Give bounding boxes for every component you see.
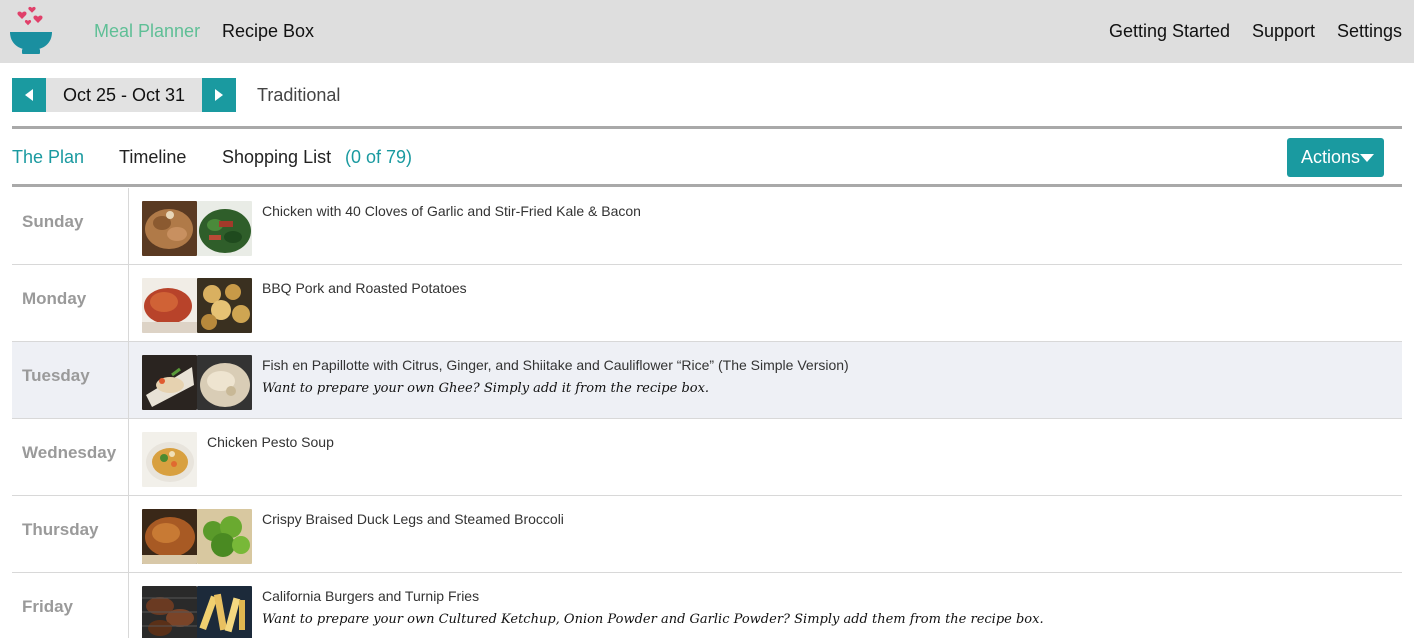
previous-week-button[interactable] <box>12 78 46 112</box>
recipe-box-note: Want to prepare your own Ghee? Simply ad… <box>262 381 710 396</box>
recipe-box-note: Want to prepare your own Cultured Ketchu… <box>262 612 1044 627</box>
recipe-thumbnail[interactable] <box>142 355 197 410</box>
day-row-friday[interactable]: Friday California Burgers and Turnip Fri… <box>12 573 1402 638</box>
day-label: Friday <box>22 597 74 616</box>
section-divider <box>12 126 1402 129</box>
nav-getting-started[interactable]: Getting Started <box>1109 20 1230 42</box>
meal-title[interactable]: California Burgers and Turnip Fries <box>262 588 479 605</box>
tab-the-plan[interactable]: The Plan <box>12 146 84 168</box>
row-divider <box>128 496 129 572</box>
shopping-list-count: (0 of 79) <box>345 147 413 167</box>
day-label: Tuesday <box>22 366 90 385</box>
day-label: Thursday <box>22 520 99 539</box>
week-range-label: Oct 25 - Oct 31 <box>46 78 202 112</box>
actions-dropdown-button[interactable]: Actions <box>1287 138 1384 177</box>
day-row-thursday[interactable]: Thursday Crispy Braised Duck Legs and St… <box>12 496 1402 573</box>
day-label: Monday <box>22 289 87 308</box>
recipe-thumbnail[interactable] <box>197 355 252 410</box>
recipe-thumbnail[interactable] <box>197 509 252 564</box>
row-divider <box>128 342 129 418</box>
day-row-sunday[interactable]: Sunday Chicken with 40 Cloves of Garlic … <box>12 188 1402 265</box>
recipe-thumbnail[interactable] <box>142 201 197 256</box>
nav-support[interactable]: Support <box>1252 20 1315 42</box>
arrow-left-icon <box>25 89 33 101</box>
bowl-hearts-logo-icon[interactable] <box>8 4 54 56</box>
plan-style-label[interactable]: Traditional <box>257 84 340 106</box>
tabs-divider <box>12 184 1402 187</box>
meal-plan-list: Sunday Chicken with 40 Cloves of Garlic … <box>12 188 1402 638</box>
next-week-button[interactable] <box>202 78 236 112</box>
top-nav-bar: Meal Planner Recipe Box Getting Started … <box>0 0 1414 63</box>
row-divider <box>128 419 129 495</box>
nav-recipe-box[interactable]: Recipe Box <box>222 20 314 42</box>
row-divider <box>128 265 129 341</box>
tab-shopping-list[interactable]: Shopping List <box>222 146 331 168</box>
recipe-thumbnail[interactable] <box>197 201 252 256</box>
recipe-thumbnail[interactable] <box>142 432 197 487</box>
day-label: Sunday <box>22 212 84 231</box>
tab-timeline[interactable]: Timeline <box>119 146 186 168</box>
recipe-thumbnail[interactable] <box>142 509 197 564</box>
meal-title[interactable]: BBQ Pork and Roasted Potatoes <box>262 280 467 297</box>
day-row-wednesday[interactable]: Wednesday Chicken Pesto Soup <box>12 419 1402 496</box>
actions-button-label: Actions <box>1301 147 1361 167</box>
nav-settings[interactable]: Settings <box>1337 20 1402 42</box>
arrow-right-icon <box>215 89 223 101</box>
row-divider <box>128 573 129 638</box>
week-selector: Oct 25 - Oct 31 <box>12 78 236 112</box>
meal-title[interactable]: Fish en Papillotte with Citrus, Ginger, … <box>262 357 849 374</box>
recipe-thumbnail[interactable] <box>142 586 197 638</box>
recipe-thumbnail[interactable] <box>197 586 252 638</box>
recipe-thumbnail[interactable] <box>142 278 197 333</box>
day-row-tuesday[interactable]: Tuesday Fish en Papillotte with Citrus, … <box>12 342 1402 419</box>
meal-title[interactable]: Crispy Braised Duck Legs and Steamed Bro… <box>262 511 564 528</box>
nav-meal-planner[interactable]: Meal Planner <box>94 20 200 42</box>
meal-title[interactable]: Chicken Pesto Soup <box>207 434 334 451</box>
day-label: Wednesday <box>22 443 117 462</box>
recipe-thumbnail[interactable] <box>197 278 252 333</box>
day-row-monday[interactable]: Monday BBQ Pork and Roasted Potatoes <box>12 265 1402 342</box>
meal-title[interactable]: Chicken with 40 Cloves of Garlic and Sti… <box>262 203 641 220</box>
caret-down-icon <box>1360 154 1374 162</box>
row-divider <box>128 188 129 264</box>
